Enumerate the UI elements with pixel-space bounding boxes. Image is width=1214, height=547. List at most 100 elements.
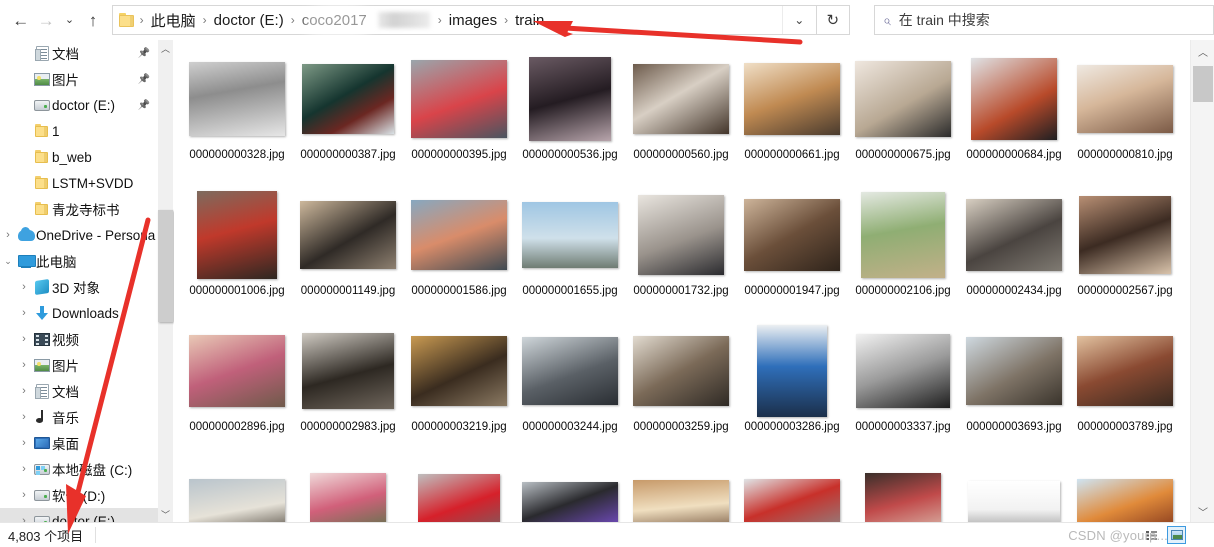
chevron-right-icon[interactable]: › bbox=[16, 359, 32, 371]
file-thumbnail bbox=[757, 325, 827, 417]
chevron-down-icon[interactable]: ⌄ bbox=[59, 3, 80, 37]
breadcrumb-item-2[interactable]: coco2017 bbox=[297, 10, 372, 31]
file-list-pane[interactable]: 000000000328.jpg 000000000387.jpg 00000000… bbox=[174, 40, 1190, 522]
file-item[interactable]: 000000001149.jpg bbox=[293, 186, 403, 322]
breadcrumb-item-0[interactable]: 此电脑 bbox=[146, 8, 201, 33]
pin-icon[interactable]: 📌 bbox=[138, 100, 150, 111]
sidebar-item-13[interactable]: › 文档 bbox=[0, 378, 158, 404]
file-list-scrollbar[interactable]: ︿ ﹀ bbox=[1190, 40, 1214, 522]
sidebar-item-17[interactable]: › 软件 (D:) bbox=[0, 482, 158, 508]
chevron-right-icon[interactable]: › bbox=[16, 333, 32, 345]
chevron-right-icon[interactable]: › bbox=[16, 281, 32, 293]
sidebar-item-18[interactable]: › doctor (E:) bbox=[0, 508, 158, 522]
file-item[interactable]: 000000002983.jpg bbox=[293, 322, 403, 458]
file-item[interactable]: 000000002434.jpg bbox=[959, 186, 1069, 322]
file-item[interactable]: 000000003693.jpg bbox=[959, 322, 1069, 458]
pin-icon[interactable]: 📌 bbox=[138, 48, 150, 59]
sidebar-item-14[interactable]: › 音乐 bbox=[0, 404, 158, 430]
breadcrumb-item-4[interactable]: images bbox=[444, 10, 502, 31]
search-input[interactable]: ⌕ 在 train 中搜索 bbox=[873, 5, 1214, 35]
chevron-right-icon[interactable]: › bbox=[0, 229, 16, 241]
scroll-up-icon[interactable]: ︿ bbox=[1191, 40, 1214, 62]
file-item[interactable] bbox=[293, 458, 403, 522]
scroll-down-icon[interactable]: ﹀ bbox=[1191, 500, 1214, 522]
sidebar-item-16[interactable]: › 本地磁盘 (C:) bbox=[0, 456, 158, 482]
file-item[interactable] bbox=[1070, 458, 1180, 522]
file-item[interactable]: 000000002106.jpg bbox=[848, 186, 958, 322]
file-item[interactable] bbox=[626, 458, 736, 522]
sidebar-item-8[interactable]: ⌄ 此电脑 bbox=[0, 248, 158, 274]
file-item[interactable] bbox=[182, 458, 292, 522]
file-item[interactable]: 000000000675.jpg bbox=[848, 50, 958, 186]
scroll-up-icon[interactable]: ︿ bbox=[158, 40, 173, 56]
file-list-scrollbar-thumb[interactable] bbox=[1193, 66, 1213, 102]
breadcrumb-item-1[interactable]: doctor (E:) bbox=[209, 10, 289, 31]
file-item[interactable]: 000000002896.jpg bbox=[182, 322, 292, 458]
sidebar-item-10[interactable]: › Downloads bbox=[0, 300, 158, 326]
file-item[interactable]: 000000001655.jpg bbox=[515, 186, 625, 322]
file-item[interactable]: 000000001947.jpg bbox=[737, 186, 847, 322]
file-item[interactable]: 000000000661.jpg bbox=[737, 50, 847, 186]
file-thumbnail bbox=[633, 480, 729, 522]
chevron-right-icon[interactable]: › bbox=[16, 385, 32, 397]
sidebar-item-9[interactable]: › 3D 对象 bbox=[0, 274, 158, 300]
sidebar-scrollbar[interactable]: ︿ ﹀ bbox=[158, 40, 173, 522]
file-item[interactable]: 000000000560.jpg bbox=[626, 50, 736, 186]
navigation-pane[interactable]: 文档 📌 图片 📌 doctor (E:) 📌 1 b_web LSTM+SVDD 青龙寺标书 › O… bbox=[0, 40, 158, 522]
file-item[interactable]: 000000003244.jpg bbox=[515, 322, 625, 458]
file-thumbnail bbox=[189, 335, 285, 407]
up-arrow-icon[interactable]: ↑ bbox=[80, 3, 105, 37]
file-item[interactable]: 000000000684.jpg bbox=[959, 50, 1069, 186]
sidebar-item-6[interactable]: 青龙寺标书 bbox=[0, 196, 158, 222]
file-item[interactable]: 000000001006.jpg bbox=[182, 186, 292, 322]
chevron-right-icon[interactable]: › bbox=[16, 411, 32, 423]
chevron-right-icon[interactable]: › bbox=[16, 515, 32, 522]
forward-arrow-icon[interactable]: → bbox=[33, 3, 58, 37]
file-item[interactable] bbox=[515, 458, 625, 522]
chevron-down-icon[interactable]: ⌄ bbox=[0, 256, 16, 267]
chevron-right-icon[interactable]: › bbox=[16, 437, 32, 449]
file-item[interactable]: 000000000810.jpg bbox=[1070, 50, 1180, 186]
sidebar-item-12[interactable]: › 图片 bbox=[0, 352, 158, 378]
chevron-right-icon[interactable]: › bbox=[16, 489, 32, 501]
breadcrumb-item-redacted[interactable] bbox=[377, 12, 430, 28]
scroll-down-icon[interactable]: ﹀ bbox=[158, 506, 173, 522]
breadcrumb[interactable]: › 此电脑 › doctor (E:) › coco2017 › images … bbox=[111, 2, 817, 42]
file-item[interactable]: 000000003789.jpg bbox=[1070, 322, 1180, 458]
pin-icon[interactable]: 📌 bbox=[138, 74, 150, 85]
sidebar-item-4[interactable]: b_web bbox=[0, 144, 158, 170]
file-item[interactable] bbox=[959, 458, 1069, 522]
refresh-icon[interactable]: ↻ bbox=[816, 5, 850, 35]
breadcrumb-item-5[interactable]: train bbox=[510, 10, 549, 31]
file-item[interactable]: 000000003337.jpg bbox=[848, 322, 958, 458]
file-item[interactable]: 000000000536.jpg bbox=[515, 50, 625, 186]
sidebar-item-2[interactable]: doctor (E:) 📌 bbox=[0, 92, 158, 118]
file-item[interactable]: 000000003219.jpg bbox=[404, 322, 514, 458]
chevron-right-icon[interactable]: › bbox=[16, 307, 32, 319]
file-name-label: 000000002567.jpg bbox=[1077, 285, 1173, 297]
file-item[interactable] bbox=[737, 458, 847, 522]
file-item[interactable] bbox=[848, 458, 958, 522]
sidebar-item-0[interactable]: 文档 📌 bbox=[0, 40, 158, 66]
file-item[interactable] bbox=[404, 458, 514, 522]
thumbnail-view-button[interactable] bbox=[1167, 526, 1186, 544]
sidebar-item-3[interactable]: 1 bbox=[0, 118, 158, 144]
sidebar-item-5[interactable]: LSTM+SVDD bbox=[0, 170, 158, 196]
file-item[interactable]: 000000000328.jpg bbox=[182, 50, 292, 186]
file-item[interactable]: 000000003286.jpg bbox=[737, 322, 847, 458]
sidebar-scrollbar-thumb[interactable] bbox=[158, 210, 173, 322]
sidebar-item-15[interactable]: › 桌面 bbox=[0, 430, 158, 456]
back-arrow-icon[interactable]: ← bbox=[8, 3, 33, 37]
sidebar-item-7[interactable]: › OneDrive - Persona bbox=[0, 222, 158, 248]
file-item[interactable]: 000000000395.jpg bbox=[404, 50, 514, 186]
details-view-button[interactable] bbox=[1142, 526, 1161, 544]
address-dropdown-icon[interactable]: ⌄ bbox=[781, 6, 816, 34]
file-item[interactable]: 000000003259.jpg bbox=[626, 322, 736, 458]
sidebar-item-11[interactable]: › 视频 bbox=[0, 326, 158, 352]
sidebar-item-1[interactable]: 图片 📌 bbox=[0, 66, 158, 92]
file-item[interactable]: 000000002567.jpg bbox=[1070, 186, 1180, 322]
file-item[interactable]: 000000001586.jpg bbox=[404, 186, 514, 322]
chevron-right-icon[interactable]: › bbox=[16, 463, 32, 475]
file-item[interactable]: 000000000387.jpg bbox=[293, 50, 403, 186]
file-item[interactable]: 000000001732.jpg bbox=[626, 186, 736, 322]
